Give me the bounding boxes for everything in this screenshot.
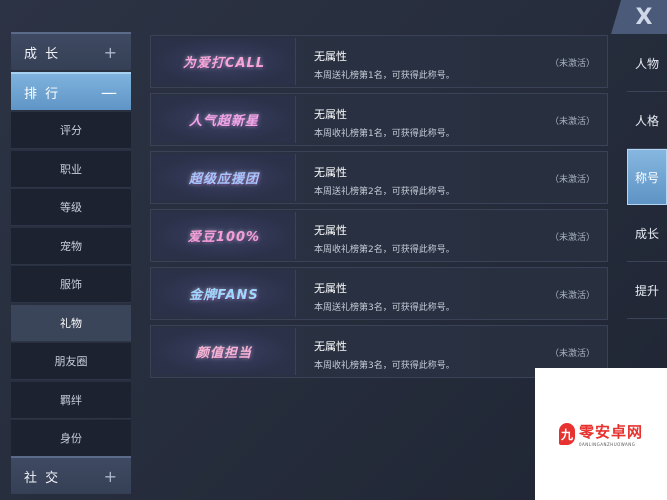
title-condition: 本周送礼榜第3名，可获得此称号。 [314, 303, 455, 313]
watermark-url: 0ANLINGANZHUOWANG [578, 442, 636, 447]
watermark-logo-icon: 九 [558, 423, 575, 445]
sidebar-group-label: 社 交 [24, 470, 61, 486]
sidebar-group-growth[interactable]: 成 长 + [11, 32, 131, 70]
sidebar-item-identity[interactable]: 身份 [11, 420, 131, 457]
title-row[interactable]: 爱豆100% 无属性 本周收礼榜第2名，可获得此称号。 （未激活） [150, 209, 608, 262]
tab-growth[interactable]: 成长 [627, 205, 667, 262]
sidebar-item-outfit[interactable]: 服饰 [11, 266, 131, 303]
title-condition: 本周收礼榜第2名，可获得此称号。 [314, 245, 455, 255]
collapse-minus-icon: — [101, 82, 119, 102]
sidebar-item-profession[interactable]: 职业 [11, 150, 131, 188]
sidebar-item-pet[interactable]: 宠物 [11, 227, 131, 265]
badge-text: 爱豆100% [187, 230, 261, 245]
close-button[interactable]: X [611, 0, 667, 34]
title-condition: 本周送礼榜第2名，可获得此称号。 [314, 187, 455, 197]
sidebar-item-moments[interactable]: 朋友圈 [11, 343, 131, 380]
title-row[interactable]: 金牌FANS 无属性 本周送礼榜第3名，可获得此称号。 （未激活） [150, 267, 608, 320]
title-badge: 人气超新星 [153, 96, 296, 143]
title-status: （未激活） [549, 175, 595, 185]
title-status: （未激活） [549, 233, 595, 243]
tab-title[interactable]: 称号 [627, 149, 667, 205]
sidebar-group-social[interactable]: 社 交 + [11, 456, 131, 494]
title-attribute: 无属性 [314, 224, 347, 237]
title-row[interactable]: 为爱打CALL 无属性 本周送礼榜第1名，可获得此称号。 （未激活） [150, 35, 608, 88]
expand-plus-icon: + [103, 42, 119, 62]
title-condition: 本周收礼榜第1名，可获得此称号。 [314, 129, 455, 139]
watermark-name: 零安卓网 [578, 423, 643, 441]
title-badge: 为爱打CALL [153, 38, 296, 85]
sidebar-item-bond[interactable]: 羁绊 [11, 381, 131, 419]
tab-character[interactable]: 人物 [627, 35, 667, 92]
title-status: （未激活） [549, 291, 595, 301]
title-attribute: 无属性 [314, 50, 347, 63]
sidebar-item-gift[interactable]: 礼物 [11, 304, 131, 342]
badge-text: 超级应援团 [188, 172, 259, 187]
title-badge: 超级应援团 [153, 154, 296, 201]
title-condition: 本周收礼榜第3名，可获得此称号。 [314, 361, 455, 371]
title-row[interactable]: 人气超新星 无属性 本周收礼榜第1名，可获得此称号。 （未激活） [150, 93, 608, 146]
title-status: （未激活） [549, 349, 595, 359]
sidebar-item-level[interactable]: 等级 [11, 189, 131, 226]
sidebar-group-ranking[interactable]: 排 行 — [11, 72, 131, 110]
title-attribute: 无属性 [314, 282, 347, 295]
badge-text: 人气超新星 [188, 114, 259, 129]
badge-text: 颜值担当 [195, 346, 252, 361]
right-tabs: 人物 人格 称号 成长 提升 [627, 35, 667, 319]
title-attribute: 无属性 [314, 340, 347, 353]
sidebar: 成 长 + 排 行 — 评分 职业 等级 宠物 服饰 礼物 朋友圈 羁绊 身份 … [11, 32, 131, 494]
tab-personality[interactable]: 人格 [627, 92, 667, 149]
expand-plus-icon: + [103, 466, 119, 486]
badge-text: 为爱打CALL [182, 56, 266, 71]
title-condition: 本周送礼榜第1名，可获得此称号。 [314, 71, 455, 81]
title-attribute: 无属性 [314, 166, 347, 179]
tab-upgrade[interactable]: 提升 [627, 262, 667, 319]
close-icon: X [635, 4, 653, 30]
title-status: （未激活） [549, 59, 595, 69]
title-badge: 爱豆100% [153, 212, 296, 259]
sidebar-group-label: 排 行 [24, 86, 61, 102]
title-row[interactable]: 超级应援团 无属性 本周送礼榜第2名，可获得此称号。 （未激活） [150, 151, 608, 204]
sidebar-group-label: 成 长 [24, 46, 61, 62]
title-list: 为爱打CALL 无属性 本周送礼榜第1名，可获得此称号。 （未激活） 人气超新星… [150, 35, 608, 383]
title-attribute: 无属性 [314, 108, 347, 121]
title-badge: 金牌FANS [153, 270, 296, 317]
title-badge: 颜值担当 [153, 328, 296, 375]
badge-text: 金牌FANS [189, 288, 259, 303]
sidebar-item-rating[interactable]: 评分 [11, 112, 131, 149]
title-status: （未激活） [549, 117, 595, 127]
site-watermark: 九 零安卓网 0ANLINGANZHUOWANG [535, 368, 667, 500]
